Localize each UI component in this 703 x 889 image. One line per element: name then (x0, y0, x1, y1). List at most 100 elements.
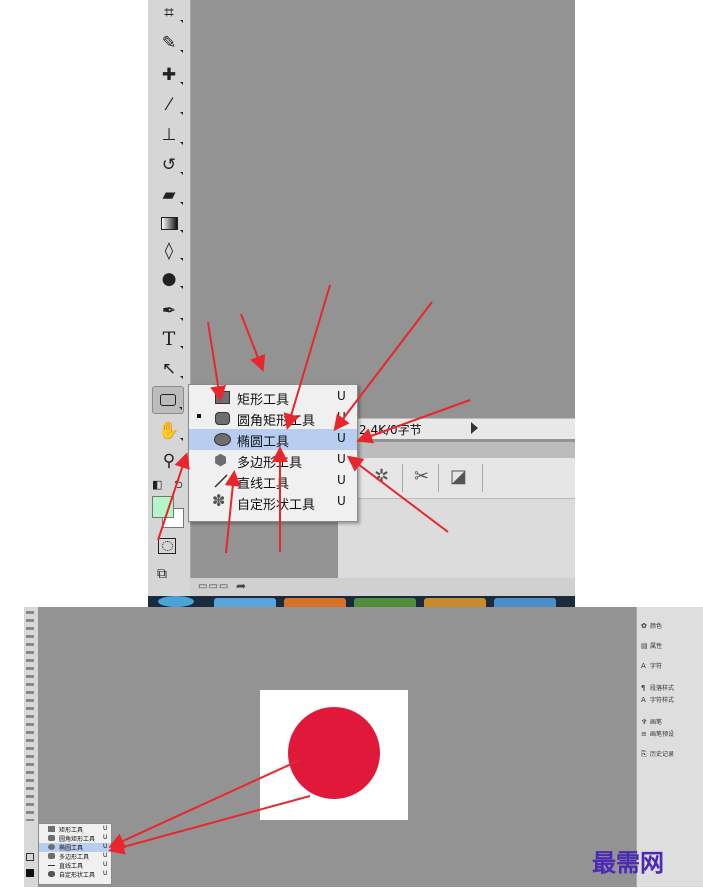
quick-mask-button[interactable] (158, 538, 176, 554)
hand-tool-button[interactable]: ✋ (154, 418, 184, 444)
zoom-tool-button[interactable]: ⚲ (154, 448, 184, 474)
taskbar-app[interactable] (214, 598, 276, 607)
start-button[interactable] (158, 596, 194, 607)
panel-item-properties[interactable]: ▤ 属性 (641, 641, 662, 650)
color-icon: ✿ (641, 622, 647, 630)
screen-mode-icon: ⧉ (157, 566, 167, 582)
menu-item-rounded-rectangle-tool[interactable]: 圆角矩形工具 U (189, 408, 357, 429)
dodge-tool-button[interactable]: ● (154, 266, 184, 292)
watermark-text: 最需网 (592, 848, 664, 877)
brush-icon: ⁄ (167, 95, 171, 115)
dodge-icon: ● (161, 269, 177, 289)
swap-colors-icon[interactable]: ⮌ (174, 476, 183, 495)
status-menu-arrow-icon[interactable] (471, 422, 478, 434)
rounded-rectangle-icon (160, 394, 176, 406)
ellipse-icon (214, 433, 231, 446)
current-tool-marker (197, 414, 201, 418)
eraser-icon: ▰ (162, 185, 176, 205)
status-text: 2.4K/0字节 (359, 423, 422, 437)
history-brush-tool-button[interactable]: ↺ (154, 152, 184, 178)
eyedropper-icon: ✎ (161, 33, 177, 53)
taskbar-app[interactable] (494, 598, 556, 607)
magnifier-icon[interactable] (26, 853, 34, 861)
mask-icon[interactable]: ◪ (450, 466, 467, 487)
gradient-tool-button[interactable] (154, 210, 184, 236)
custom-shape-icon: ✽ (212, 491, 226, 510)
path-selection-tool-button[interactable]: ↖ (154, 356, 184, 382)
status-bar: 2.4K/0字节 (353, 418, 575, 439)
eyedropper-tool-button[interactable]: ✎ (154, 30, 184, 56)
properties-icon: ▤ (641, 642, 648, 650)
shape-tool-button[interactable] (152, 386, 184, 414)
default-colors-icon[interactable]: ◧ (152, 478, 162, 491)
screen-mode-button[interactable]: ⧉ (157, 566, 167, 582)
foreground-color-swatch[interactable] (152, 496, 174, 518)
menu-item-rectangle-tool[interactable]: 矩形工具 U (189, 387, 357, 408)
gear-icon[interactable]: ✲ (374, 466, 389, 487)
panel-item-brush[interactable]: ♆ 画笔 (641, 717, 662, 726)
brush-icon: ♆ (641, 718, 648, 726)
panel-item-history[interactable]: ⎘ 历史记录 (641, 749, 674, 758)
healing-brush-tool-button[interactable]: ✚ (154, 62, 184, 88)
shape-tool-flyout-menu: 矩形工具 U 圆角矩形工具 U 椭圆工具 U ⬢ 多边形工具 U 直线工具 U … (188, 384, 358, 522)
tools-panel-small (24, 607, 38, 887)
polygon-icon: ⬢ (214, 451, 228, 469)
panel-item-character-style[interactable]: A 字符样式 (641, 695, 674, 704)
timeline-bar: ▭▭▭ ➦ (190, 578, 575, 596)
panel-item-paragraph-style[interactable]: ¶ 段落样式 (641, 683, 674, 692)
history-icon: ⎘ (641, 750, 647, 758)
magnifier-icon: ⚲ (162, 451, 176, 471)
crop-icon: ⌗ (164, 3, 174, 23)
eraser-tool-button[interactable]: ▰ (154, 182, 184, 208)
character-icon: A (641, 662, 646, 670)
menu-item-ellipse-tool[interactable]: 椭圆工具 U (39, 843, 111, 852)
menu-item-ellipse-tool[interactable]: 椭圆工具 U (189, 429, 357, 450)
rectangle-icon (215, 391, 230, 404)
brush-tool-button[interactable]: ⁄ (154, 92, 184, 118)
frames-icon[interactable]: ▭▭▭ (198, 581, 229, 592)
tools-panel: ⌗ ✎ ✚ ⁄ ⊥ ↺ ▰ ◊ ● ✒ T ↖ ✋ ⚲ ◧ ⮌ ⧉ (148, 0, 191, 607)
polygon-icon (48, 853, 55, 859)
red-ellipse-shape (288, 707, 380, 799)
drop-icon: ◊ (164, 241, 174, 261)
ellipse-icon (48, 844, 55, 850)
custom-shape-icon (48, 871, 55, 877)
menu-item-polygon-tool[interactable]: ⬢ 多边形工具 U (189, 450, 357, 471)
panel-header (338, 442, 575, 458)
character-style-icon: A (641, 696, 646, 704)
stamp-tool-button[interactable]: ⊥ (154, 122, 184, 148)
line-icon (48, 862, 55, 866)
blur-tool-button[interactable]: ◊ (154, 238, 184, 264)
taskbar-app[interactable] (424, 598, 486, 607)
menu-item-rounded-rectangle-tool[interactable]: 圆角矩形工具 U (39, 834, 111, 843)
foreground-color-swatch[interactable] (26, 869, 34, 877)
panel-item-brush-preset[interactable]: ≡ 画笔预设 (641, 729, 674, 738)
divider (482, 464, 483, 492)
menu-item-custom-shape-tool[interactable]: ✽ 自定形状工具 U (189, 491, 357, 514)
share-arrow-icon[interactable]: ➦ (236, 579, 246, 593)
windows-taskbar (148, 596, 575, 607)
panel-item-character[interactable]: A 字符 (641, 661, 662, 670)
panel-item-color[interactable]: ✿ 颜色 (641, 621, 662, 630)
menu-item-rectangle-tool[interactable]: 矩形工具 U (39, 825, 111, 834)
menu-item-custom-shape-tool[interactable]: 自定形状工具 U (39, 870, 111, 879)
menu-item-line-tool[interactable]: 直线工具 U (189, 471, 357, 492)
taskbar-app[interactable] (354, 598, 416, 607)
gradient-icon (160, 216, 178, 230)
menu-item-polygon-tool[interactable]: 多边形工具 U (39, 852, 111, 861)
brush-preset-icon: ≡ (641, 730, 647, 738)
pen-tool-button[interactable]: ✒ (154, 298, 184, 324)
crop-tool-button[interactable]: ⌗ (154, 0, 184, 26)
history-brush-icon: ↺ (161, 155, 177, 175)
quick-mask-icon (162, 541, 173, 551)
rounded-rectangle-icon (48, 835, 55, 841)
taskbar-app[interactable] (284, 598, 346, 607)
type-icon: T (162, 328, 176, 350)
bandage-icon: ✚ (161, 65, 177, 85)
divider (402, 464, 403, 492)
paragraph-style-icon: ¶ (641, 684, 646, 692)
type-tool-button[interactable]: T (154, 326, 184, 352)
scissors-icon[interactable]: ✂ (414, 466, 429, 487)
line-icon (213, 474, 229, 488)
menu-item-line-tool[interactable]: 直线工具 U (39, 861, 111, 870)
